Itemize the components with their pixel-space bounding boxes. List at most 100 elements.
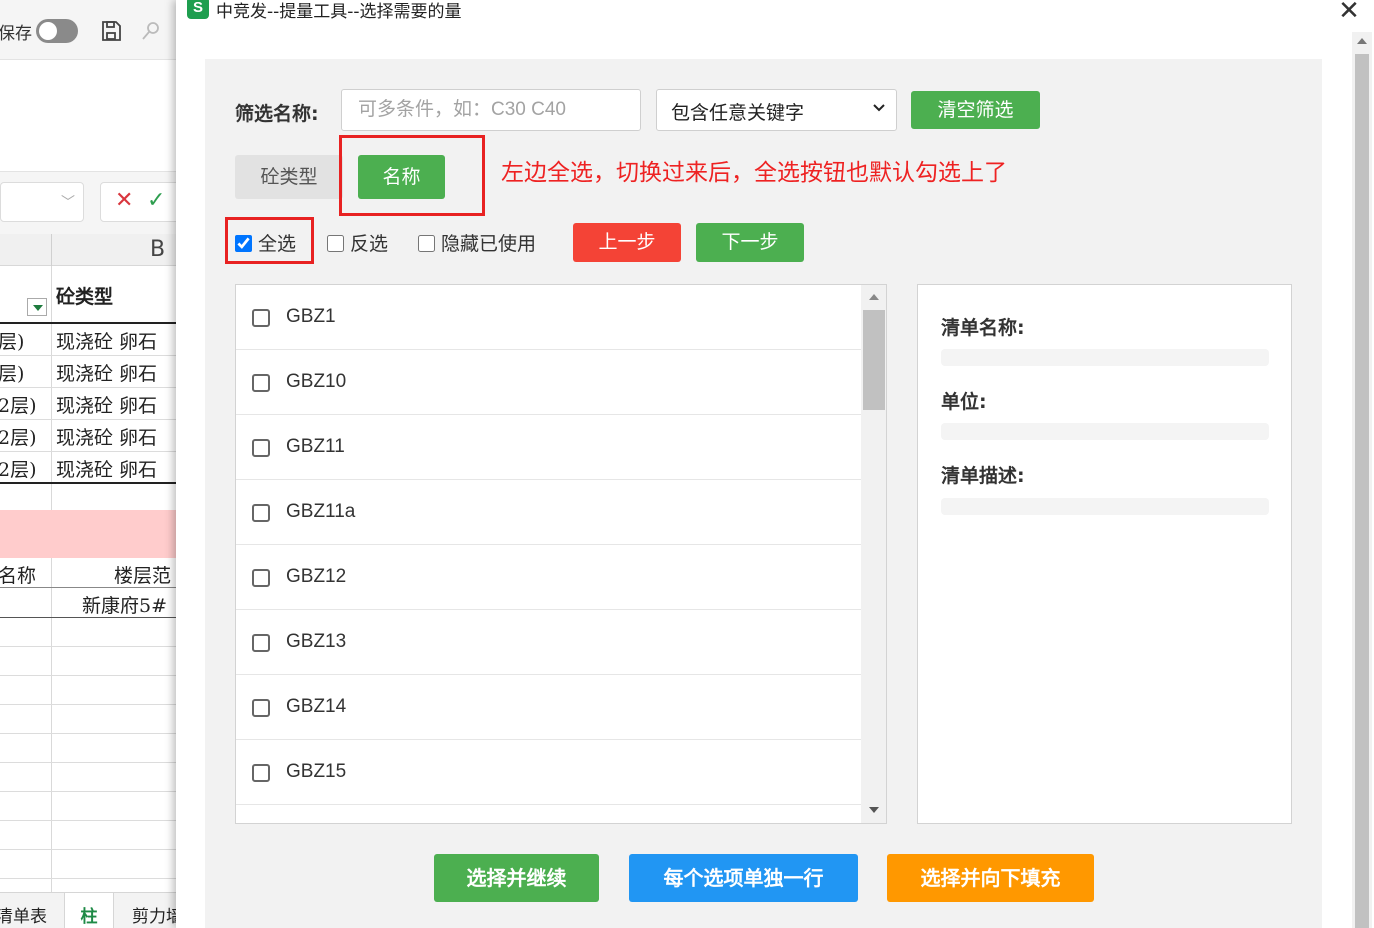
sheet-tabs: 清单表 柱 剪力墙 [0, 892, 176, 928]
list-item[interactable]: GBZ1 [236, 285, 861, 350]
spreadsheet-grid: 砼类型 层) 现浇砼 卵石 层) 现浇砼 卵石 2层) 现浇砼 卵石 2层) 现… [0, 266, 176, 892]
table-row[interactable]: 层) 现浇砼 卵石 [0, 356, 176, 388]
list-item[interactable]: GBZ14 [236, 675, 861, 740]
list-item[interactable]: GBZ10 [236, 350, 861, 415]
tab-concrete-type[interactable]: 砼类型 [235, 155, 343, 199]
list-item-label: GBZ11a [286, 501, 356, 522]
cell[interactable]: 2层) [0, 455, 37, 482]
cell[interactable]: 2层) [0, 423, 37, 450]
list-name-label: 清单名称: [941, 317, 1025, 339]
filter-label: 筛选名称: [235, 103, 319, 125]
formula-bar: ﹀ ✕ ✓ [0, 172, 176, 234]
save-icon[interactable] [99, 19, 123, 43]
item-checkbox[interactable] [252, 309, 270, 327]
close-button[interactable]: ✕ [1334, 0, 1364, 26]
list-item-label: GBZ11 [286, 436, 345, 457]
cell[interactable]: 现浇砼 卵石 [56, 455, 157, 482]
formula-actions: ✕ ✓ [100, 182, 176, 222]
annotation-text: 左边全选，切换过来后，全选按钮也默认勾选上了 [501, 160, 1007, 186]
select-all-option[interactable]: 全选 [235, 229, 296, 255]
cancel-icon[interactable]: ✕ [115, 188, 133, 213]
cell[interactable]: 楼层范 [114, 561, 171, 587]
cell[interactable]: 层) [0, 359, 24, 386]
item-checkbox[interactable] [252, 634, 270, 652]
table-row[interactable]: 新康府5# [0, 588, 176, 618]
item-checkbox[interactable] [252, 504, 270, 522]
list-item[interactable]: GBZ11a [236, 480, 861, 545]
table-row[interactable]: 名称 楼层范 [0, 558, 176, 588]
sheet-tab[interactable]: 剪力墙 [132, 893, 176, 928]
table-row[interactable]: 2层) 现浇砼 卵石 [0, 388, 176, 420]
autosave-toggle[interactable] [36, 19, 78, 43]
item-checkbox[interactable] [252, 569, 270, 587]
list-item-label: GBZ12 [286, 566, 347, 587]
list-item[interactable]: GBZ11 [236, 415, 861, 480]
table-row[interactable] [0, 647, 176, 676]
table-row[interactable]: 2层) 现浇砼 卵石 [0, 420, 176, 452]
list-item-label: GBZ14 [286, 696, 347, 717]
cell[interactable]: 名称 [0, 561, 36, 587]
item-checkbox[interactable] [252, 374, 270, 392]
table-row[interactable] [0, 734, 176, 763]
search-replace-icon[interactable] [139, 19, 163, 43]
list-scrollbar[interactable] [861, 285, 886, 823]
table-row[interactable] [0, 821, 176, 850]
cell[interactable]: 2层) [0, 391, 37, 418]
filter-name-input[interactable] [341, 89, 641, 131]
invert-checkbox[interactable] [327, 235, 344, 252]
table-row[interactable] [0, 676, 176, 705]
item-checkbox[interactable] [252, 764, 270, 782]
table-row[interactable]: 2层) 现浇砼 卵石 [0, 452, 176, 484]
table-row[interactable] [0, 705, 176, 734]
table-row[interactable] [0, 763, 176, 792]
spreadsheet-toolbar: 保存 [0, 0, 176, 60]
name-box[interactable]: ﹀ [0, 182, 84, 222]
scroll-up-icon[interactable] [869, 294, 879, 300]
cell[interactable]: 现浇砼 卵石 [56, 423, 157, 450]
ribbon-area [0, 60, 176, 172]
hide-used-label: 隐藏已使用 [441, 233, 537, 255]
cell[interactable]: 现浇砼 卵石 [56, 327, 157, 354]
table-row[interactable] [0, 850, 176, 879]
scroll-up-icon[interactable] [1357, 38, 1367, 44]
scrollbar-thumb[interactable] [1355, 54, 1369, 928]
table-row[interactable] [0, 792, 176, 821]
filter-dropdown-icon[interactable] [27, 298, 47, 316]
clear-filter-button[interactable]: 清空筛选 [911, 91, 1040, 129]
select-and-fill-down-button[interactable]: 选择并向下填充 [887, 854, 1094, 902]
next-step-button[interactable]: 下一步 [696, 223, 804, 262]
table-row[interactable] [0, 618, 176, 647]
header-cell[interactable]: 砼类型 [56, 282, 113, 309]
column-b-header[interactable]: B [150, 237, 165, 262]
cell[interactable]: 新康府5# [82, 591, 167, 617]
scrollbar-thumb[interactable] [863, 310, 885, 410]
item-checkbox[interactable] [252, 699, 270, 717]
confirm-icon[interactable]: ✓ [147, 188, 165, 213]
cell[interactable]: 层) [0, 327, 24, 354]
sheet-tab[interactable]: 清单表 [0, 893, 62, 928]
scroll-down-icon[interactable] [869, 807, 879, 813]
select-quantities-dialog: S 中竞发--提量工具--选择需要的量 ✕ 筛选名称: 包含任意关键字 清空筛选… [176, 0, 1374, 928]
select-and-continue-button[interactable]: 选择并继续 [434, 854, 599, 902]
list-item[interactable]: GBZ13 [236, 610, 861, 675]
list-item[interactable]: GBZ15 [236, 740, 861, 805]
list-item[interactable]: GBZ12 [236, 545, 861, 610]
invert-option[interactable]: 反选 [327, 229, 388, 255]
cell[interactable]: 现浇砼 卵石 [56, 359, 157, 386]
dialog-scrollbar[interactable] [1352, 32, 1372, 928]
separate-rows-button[interactable]: 每个选项单独一行 [629, 854, 858, 902]
dialog-titlebar: S 中竞发--提量工具--选择需要的量 [176, 0, 1374, 24]
table-row[interactable]: 层) 现浇砼 卵石 [0, 324, 176, 356]
list-item-label: GBZ13 [286, 631, 347, 652]
sheet-tab-active[interactable]: 柱 [64, 893, 114, 928]
autosave-label: 保存 [0, 24, 32, 44]
select-all-checkbox[interactable] [235, 235, 252, 252]
hide-used-option[interactable]: 隐藏已使用 [418, 229, 536, 255]
match-mode-select[interactable]: 包含任意关键字 [656, 89, 897, 131]
prev-step-button[interactable]: 上一步 [573, 223, 681, 262]
cell[interactable]: 现浇砼 卵石 [56, 391, 157, 418]
select-all-label: 全选 [258, 233, 297, 255]
hide-used-checkbox[interactable] [418, 235, 435, 252]
item-checkbox[interactable] [252, 439, 270, 457]
invert-label: 反选 [350, 233, 389, 255]
